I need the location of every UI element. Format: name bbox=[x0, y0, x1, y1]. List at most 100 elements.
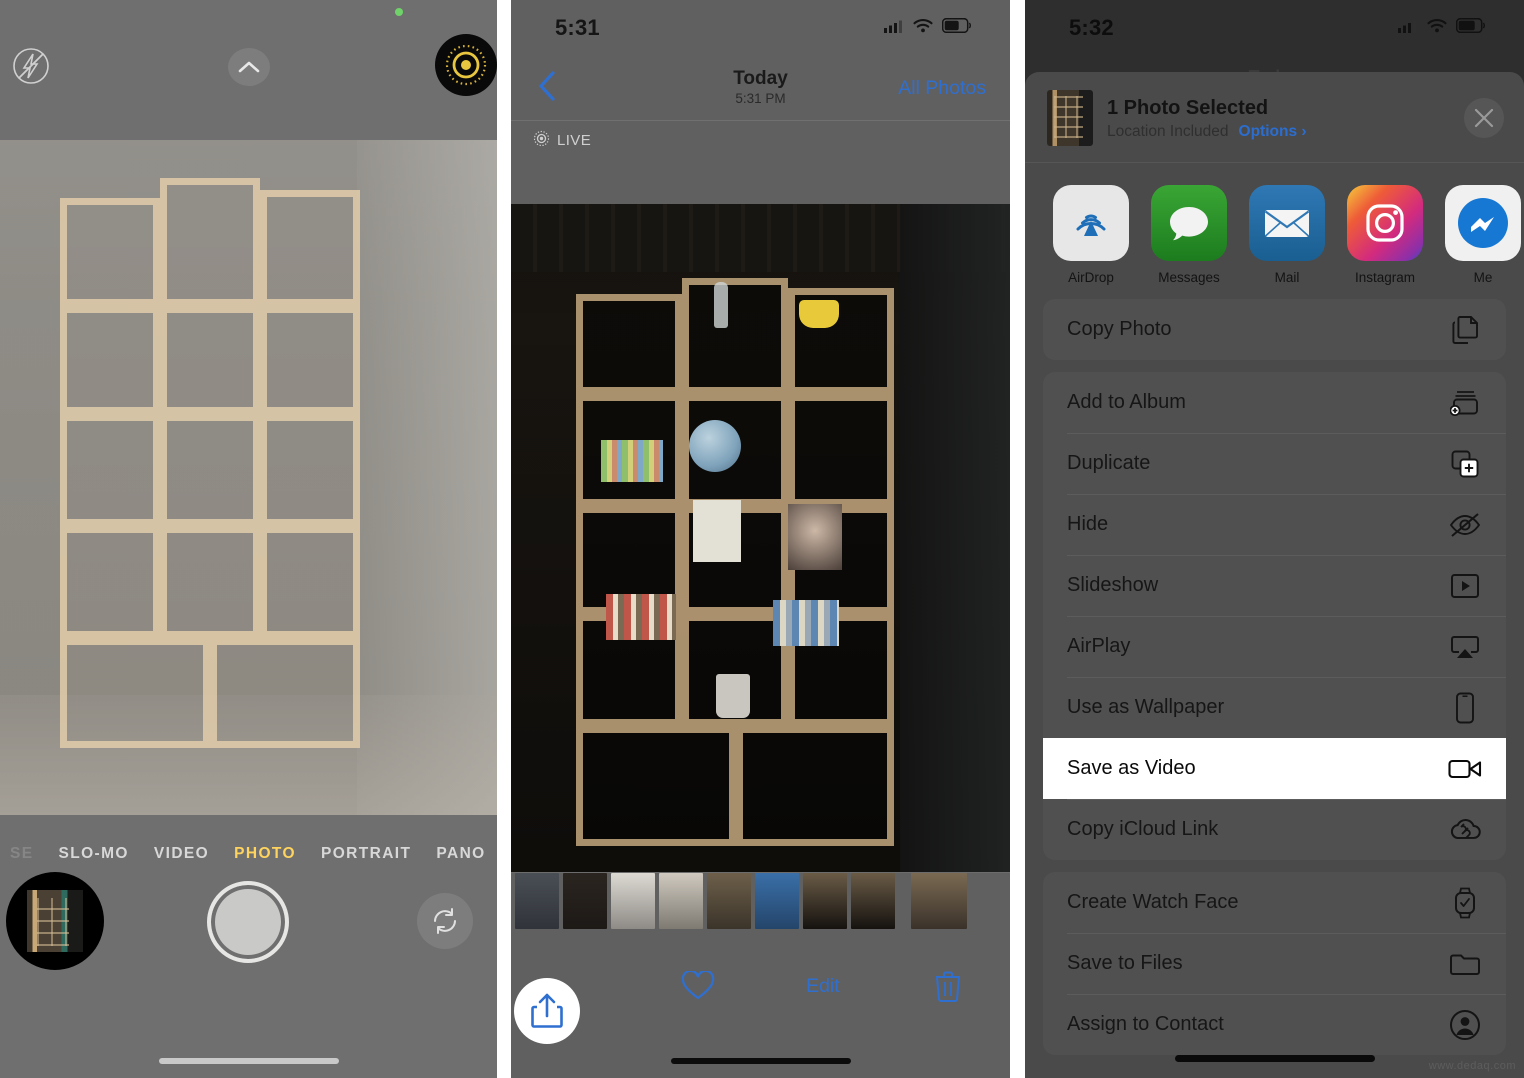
back-chevron-icon[interactable] bbox=[537, 70, 567, 107]
selected-photo-thumbnail[interactable] bbox=[1047, 90, 1093, 146]
close-icon[interactable] bbox=[1464, 98, 1504, 138]
share-row-assign-to-contact[interactable]: Assign to Contact bbox=[1043, 994, 1506, 1055]
filmstrip-thumb[interactable] bbox=[515, 873, 559, 929]
share-row-copy-icloud-link[interactable]: Copy iCloud Link bbox=[1043, 799, 1506, 860]
live-photo-icon[interactable] bbox=[435, 34, 497, 96]
share-row-label: Add to Album bbox=[1067, 391, 1186, 413]
share-app-label: Mail bbox=[1274, 270, 1300, 285]
options-button[interactable]: Options › bbox=[1239, 123, 1307, 141]
photo-preview[interactable] bbox=[511, 204, 1010, 872]
filmstrip-thumb[interactable] bbox=[707, 873, 751, 929]
panel-divider-2 bbox=[1010, 0, 1025, 1078]
photo-picture-frame bbox=[693, 500, 741, 562]
camera-mode-video[interactable]: VIDEO bbox=[154, 845, 209, 863]
camera-mode-pano[interactable]: PANO bbox=[436, 845, 485, 863]
share-apps-row[interactable]: AirDrop Messages Mail Instagram Me bbox=[1025, 163, 1524, 299]
airdrop-icon bbox=[1053, 185, 1129, 261]
share-row-add-to-album[interactable]: Add to Album bbox=[1043, 372, 1506, 433]
status-indicators bbox=[1398, 17, 1486, 38]
hide-eye-icon bbox=[1448, 508, 1482, 542]
share-icon bbox=[531, 993, 563, 1028]
share-row-label: AirPlay bbox=[1067, 635, 1131, 657]
camera-mode-slo-mo[interactable]: SLO-MO bbox=[58, 845, 128, 863]
photo-filmstrip[interactable] bbox=[511, 872, 1010, 934]
share-row-label: Assign to Contact bbox=[1067, 1013, 1224, 1035]
last-photo-thumbnail[interactable] bbox=[6, 872, 104, 970]
photo-portrait-frame bbox=[788, 504, 842, 570]
status-time: 5:32 bbox=[1069, 15, 1114, 40]
share-row-use-as-wallpaper[interactable]: Use as Wallpaper bbox=[1043, 677, 1506, 738]
all-photos-button[interactable]: All Photos bbox=[898, 77, 986, 100]
photo-right-glass bbox=[900, 204, 1010, 872]
share-row-hide[interactable]: Hide bbox=[1043, 494, 1506, 555]
camera-panel: SE SLO-MO VIDEO PHOTO PORTRAIT PANO bbox=[0, 0, 497, 1078]
home-indicator bbox=[158, 1058, 339, 1064]
share-row-save-to-files[interactable]: Save to Files bbox=[1043, 933, 1506, 994]
share-row-slideshow[interactable]: Slideshow bbox=[1043, 555, 1506, 616]
video-camera-icon bbox=[1448, 752, 1482, 786]
share-app-label: Instagram bbox=[1354, 270, 1416, 285]
camera-mode-photo[interactable]: PHOTO bbox=[234, 845, 296, 863]
share-row-save-as-video[interactable]: Save as Video bbox=[1043, 738, 1506, 799]
camera-flip-icon[interactable] bbox=[417, 893, 473, 949]
share-app-messages[interactable]: Messages bbox=[1151, 185, 1227, 285]
share-row-label: Slideshow bbox=[1067, 574, 1159, 596]
shutter-button[interactable] bbox=[207, 881, 289, 963]
share-row-airplay[interactable]: AirPlay bbox=[1043, 616, 1506, 677]
delete-button[interactable] bbox=[885, 970, 1010, 1002]
photo-bottle bbox=[714, 282, 728, 328]
photo-books-mid bbox=[606, 594, 676, 640]
filmstrip-thumb[interactable] bbox=[803, 873, 847, 929]
favorite-button[interactable] bbox=[636, 971, 761, 1001]
duplicate-icon bbox=[1448, 447, 1482, 481]
share-app-airdrop[interactable]: AirDrop bbox=[1053, 185, 1129, 285]
location-included-label: Location Included bbox=[1107, 122, 1229, 140]
share-app-mail[interactable]: Mail bbox=[1249, 185, 1325, 285]
icloud-link-icon bbox=[1448, 813, 1482, 847]
camera-mode-selector[interactable]: SE SLO-MO VIDEO PHOTO PORTRAIT PANO bbox=[0, 839, 497, 869]
wallpaper-icon bbox=[1448, 691, 1482, 725]
status-time: 5:31 bbox=[555, 15, 600, 40]
photos-viewer-panel: 5:31 Today 5:31 PM All Photos LIVE Edit bbox=[511, 0, 1010, 1078]
chevron-up-icon[interactable] bbox=[228, 48, 270, 86]
share-app-instagram[interactable]: Instagram bbox=[1347, 185, 1423, 285]
camera-viewfinder[interactable] bbox=[0, 140, 497, 815]
live-photo-badge-label: LIVE bbox=[557, 132, 592, 149]
signal-bars-icon bbox=[884, 19, 904, 38]
battery-icon bbox=[1455, 17, 1486, 38]
share-row-duplicate[interactable]: Duplicate bbox=[1043, 433, 1506, 494]
filmstrip-thumb[interactable] bbox=[851, 873, 895, 929]
airplay-icon bbox=[1448, 630, 1482, 664]
share-row-copy-photo[interactable]: Copy Photo bbox=[1043, 299, 1506, 360]
share-row-create-watch-face[interactable]: Create Watch Face bbox=[1043, 872, 1506, 933]
share-app-messenger[interactable]: Me bbox=[1445, 185, 1521, 285]
wifi-icon bbox=[1427, 18, 1447, 38]
selection-title: 1 Photo Selected bbox=[1107, 96, 1269, 119]
filmstrip-thumb[interactable] bbox=[899, 873, 907, 929]
photos-toolbar: Edit bbox=[511, 934, 1010, 1078]
panel-divider-1 bbox=[497, 0, 511, 1078]
home-indicator bbox=[670, 1058, 851, 1064]
share-group-3: Create Watch Face Save to Files Assign t… bbox=[1043, 872, 1506, 1055]
slideshow-icon bbox=[1448, 569, 1482, 603]
photo-bucket bbox=[716, 674, 750, 718]
mail-icon bbox=[1249, 185, 1325, 261]
copy-icon bbox=[1448, 313, 1482, 347]
flash-off-icon[interactable] bbox=[10, 45, 52, 87]
messenger-icon bbox=[1445, 185, 1521, 261]
camera-mode-portrait[interactable]: PORTRAIT bbox=[321, 845, 411, 863]
photo-books-right bbox=[773, 600, 839, 646]
edit-button[interactable]: Edit bbox=[761, 975, 886, 998]
share-button-highlight[interactable] bbox=[514, 978, 580, 1044]
filmstrip-thumb[interactable] bbox=[659, 873, 703, 929]
filmstrip-thumb[interactable] bbox=[611, 873, 655, 929]
status-indicators bbox=[884, 17, 972, 38]
camera-mode-se[interactable]: SE bbox=[10, 845, 33, 863]
share-group-2: Add to Album Duplicate Hide Slideshow Ai… bbox=[1043, 372, 1506, 860]
filmstrip-thumb[interactable] bbox=[563, 873, 607, 929]
photo-books-top bbox=[601, 440, 663, 482]
live-photo-badge[interactable]: LIVE bbox=[511, 120, 1010, 160]
wifi-icon bbox=[913, 18, 933, 38]
filmstrip-thumb[interactable] bbox=[911, 873, 967, 929]
filmstrip-thumb[interactable] bbox=[755, 873, 799, 929]
